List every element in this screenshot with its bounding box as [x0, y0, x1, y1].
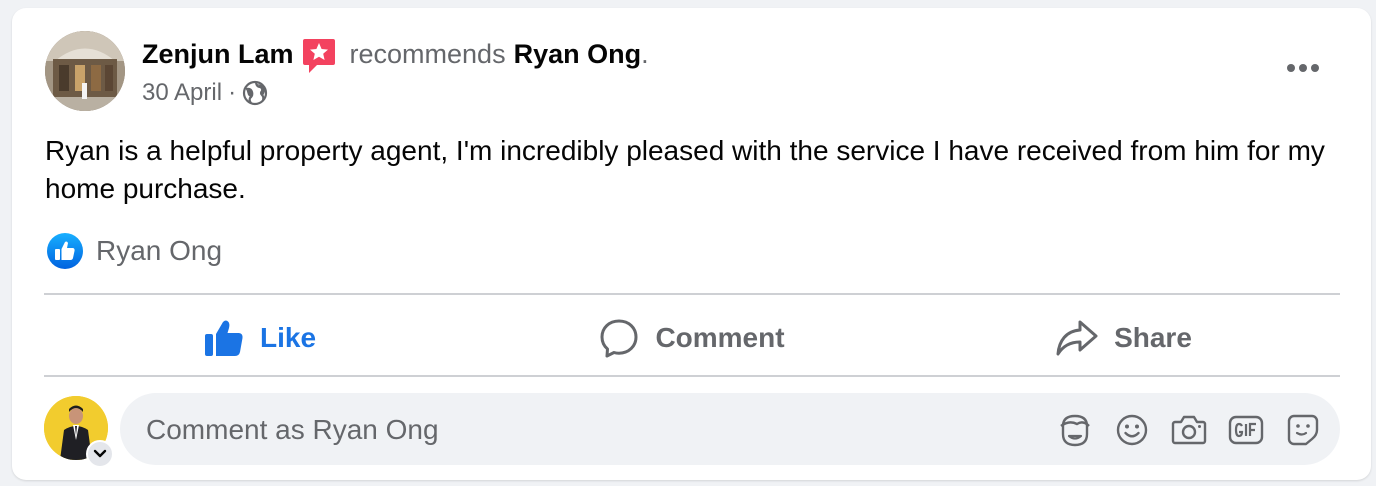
author-avatar-image — [45, 31, 125, 111]
avatar-sticker-icon — [1060, 414, 1090, 447]
emoji-button[interactable] — [1113, 411, 1151, 449]
comment-bubble-icon — [600, 319, 638, 358]
more-options-button[interactable] — [1280, 48, 1326, 88]
chevron-down-icon — [93, 449, 107, 458]
photo-button[interactable] — [1170, 411, 1208, 449]
author-name[interactable]: Zenjun Lam — [142, 39, 294, 70]
reaction-names[interactable]: Ryan Ong — [96, 235, 222, 267]
share-arrow-icon — [1056, 320, 1098, 356]
post-actions-bar: Like Comment Share — [44, 302, 1340, 374]
gif-icon — [1228, 415, 1264, 445]
sticker-button[interactable] — [1284, 411, 1322, 449]
account-switch-button[interactable] — [86, 440, 114, 468]
gif-button[interactable] — [1227, 411, 1265, 449]
post-card: Zenjun Lam recommends Ryan Ong. 30 April… — [12, 8, 1371, 480]
divider-top — [44, 293, 1340, 295]
header-period: . — [641, 38, 649, 69]
like-reaction-icon — [47, 233, 83, 269]
like-button[interactable]: Like — [44, 302, 476, 374]
author-avatar[interactable] — [45, 31, 125, 111]
like-label: Like — [259, 322, 317, 353]
reactions-summary[interactable]: Ryan Ong — [46, 232, 222, 270]
globe-icon[interactable] — [242, 80, 268, 106]
share-button[interactable]: Share — [908, 302, 1340, 374]
emoji-icon — [1116, 414, 1148, 446]
more-dots-icon — [1287, 64, 1319, 72]
comment-label: Comment — [655, 322, 785, 353]
share-label: Share — [1114, 322, 1192, 353]
recommends-text: recommends — [349, 38, 506, 69]
post-text: Ryan is a helpful property agent, I'm in… — [45, 135, 1325, 204]
recommend-star-icon — [302, 38, 336, 74]
comment-button[interactable]: Comment — [476, 302, 908, 374]
sticker-icon — [1287, 414, 1319, 446]
meta-separator: · — [228, 79, 237, 106]
post-header: Zenjun Lam recommends Ryan Ong. — [142, 36, 649, 74]
post-date[interactable]: 30 April — [142, 79, 222, 107]
avatar-sticker-button[interactable] — [1056, 411, 1094, 449]
divider-bottom — [44, 375, 1340, 377]
comment-composer — [120, 393, 1340, 467]
thumbs-up-icon — [204, 320, 243, 356]
recommended-page-name[interactable]: Ryan Ong — [514, 39, 642, 70]
camera-icon — [1171, 415, 1207, 445]
comment-tools — [1037, 411, 1322, 449]
post-meta: 30 April · — [142, 79, 268, 107]
comment-input[interactable] — [144, 393, 1028, 467]
